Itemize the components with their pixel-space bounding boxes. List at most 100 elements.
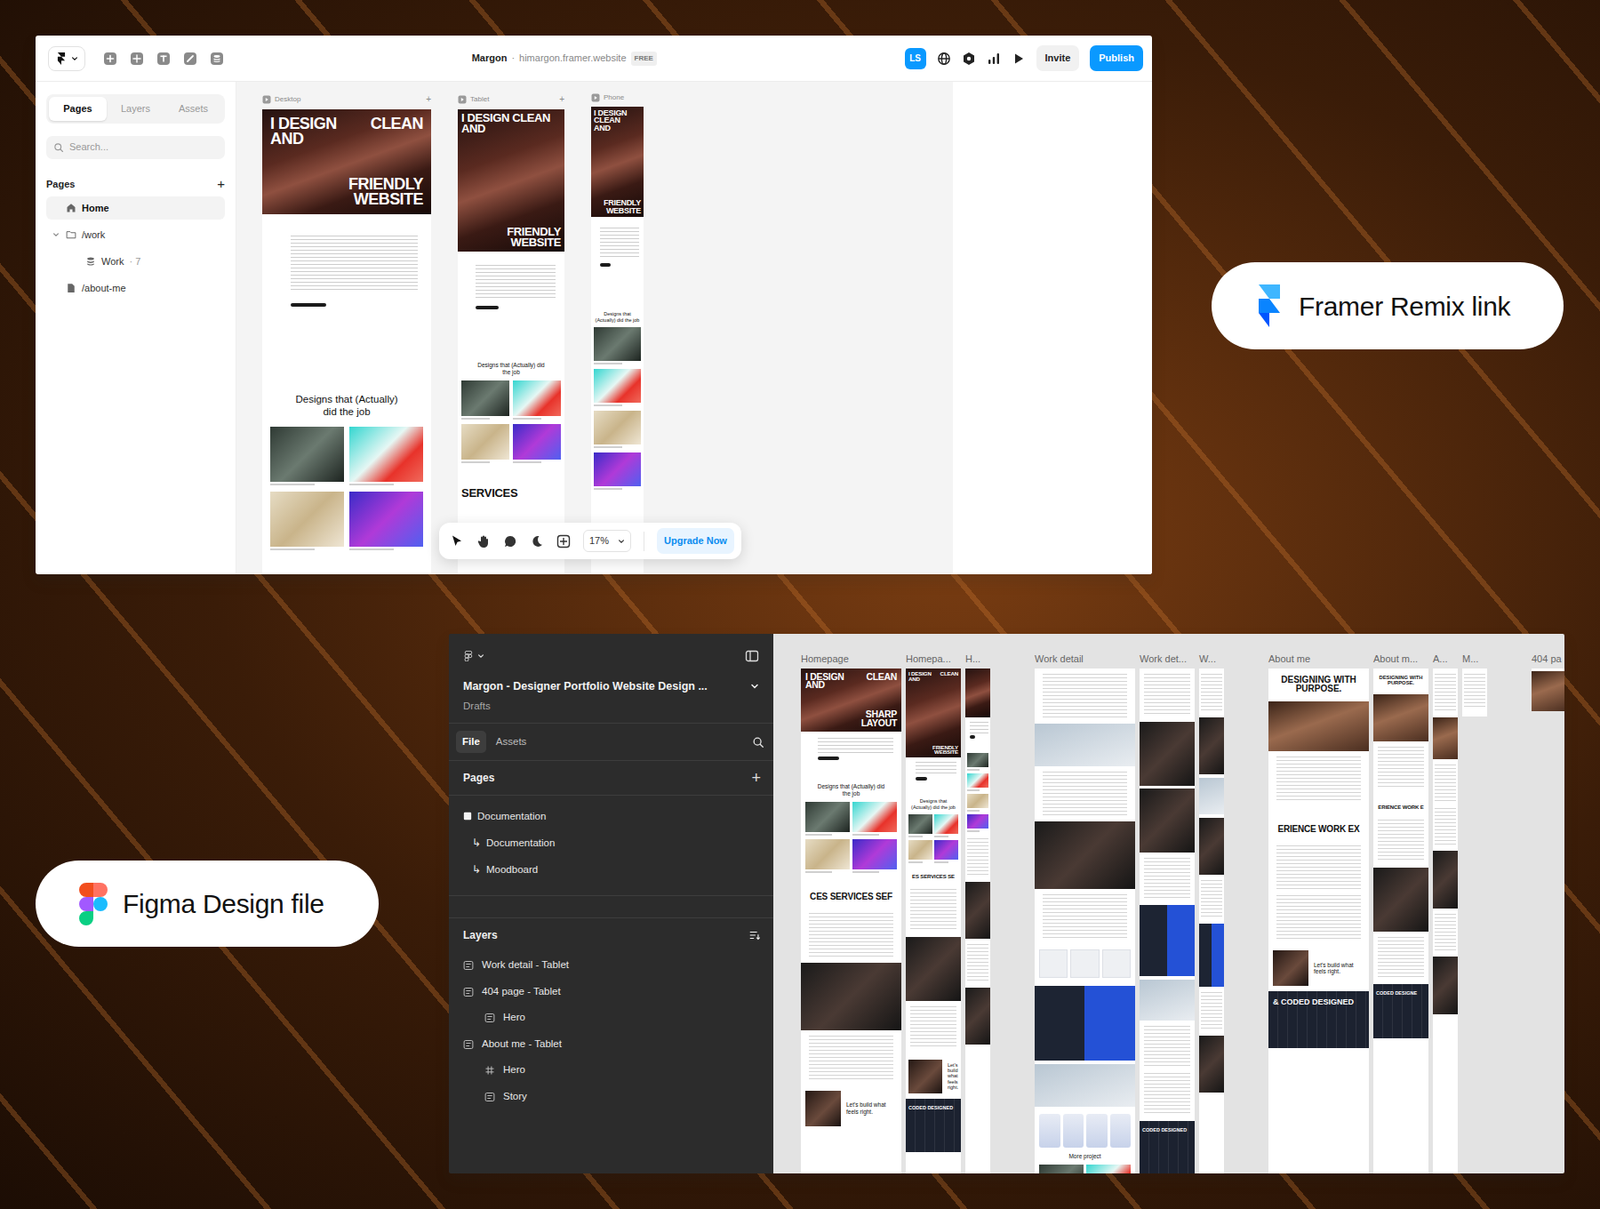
frame-page[interactable]: I DESIGNCLEANANDFRIENDLYWEBSITEDesigns t…	[905, 668, 961, 1174]
add-page-button[interactable]: +	[751, 769, 761, 786]
globe-icon[interactable]	[936, 51, 952, 66]
photo	[967, 793, 989, 808]
frame-page[interactable]	[1199, 668, 1224, 1174]
layout-icon[interactable]	[129, 51, 144, 66]
insert-icon[interactable]	[103, 51, 118, 66]
page-item[interactable]: ↳Moodboard	[448, 856, 774, 883]
frame-icon	[484, 1064, 496, 1076]
frame-label[interactable]: Tablet+	[457, 92, 565, 106]
search-icon[interactable]	[752, 736, 765, 749]
layer-item[interactable]: About me - Tablet	[448, 1031, 774, 1058]
page-item[interactable]: /about-me	[46, 276, 225, 300]
photo	[349, 426, 424, 482]
framer-logo-icon	[55, 52, 68, 65]
panel-tab[interactable]: Assets	[489, 730, 534, 753]
photo-caption-line	[270, 548, 315, 551]
page-label: Documentation	[477, 808, 546, 824]
cms-icon[interactable]	[209, 51, 224, 66]
frame-label[interactable]: 404 pa	[1531, 653, 1565, 664]
main-menu-button[interactable]	[463, 650, 485, 662]
sidebar-tab[interactable]: Assets	[164, 96, 223, 121]
layer-item[interactable]: Work detail - Tablet	[448, 952, 774, 979]
page-label: /about-me	[81, 280, 127, 296]
breakpoint-frame: Desktop + I DESIGNCLEANANDFRIENDLYWEBSITED…	[262, 92, 432, 575]
text-tool-icon[interactable]	[156, 51, 171, 66]
add-page-button[interactable]: +	[216, 176, 225, 191]
frame-photo-dark	[1034, 821, 1136, 889]
layer-item[interactable]: Story	[448, 1083, 774, 1111]
search-input[interactable]	[69, 136, 218, 159]
frame-page[interactable]: I DESIGNCLEANANDFRIENDLYWEBSITEDesigns t…	[591, 106, 644, 575]
design-frame: About me DESIGNING WITH PURPOSE.ERIENCE W…	[1268, 653, 1369, 1174]
frame-label[interactable]: Homepage	[800, 653, 902, 664]
frame-list	[1377, 936, 1424, 980]
layers-heading: Layers	[463, 927, 498, 944]
sidebar-tab[interactable]: Layers	[106, 96, 165, 121]
user-avatar[interactable]: LS	[904, 48, 927, 70]
frame-name: Desktop	[274, 94, 301, 105]
frame-label[interactable]: Desktop +	[262, 92, 432, 106]
chevron-icon[interactable]	[52, 231, 60, 239]
frame-page[interactable]: CODED DESIGNED	[1139, 668, 1195, 1174]
frame-label[interactable]: Work detail	[1034, 653, 1136, 664]
frame-label[interactable]: About me	[1268, 653, 1369, 664]
layer-item[interactable]: Hero	[448, 1056, 774, 1084]
frame-page[interactable]: I DESIGN CLEANANDFRIENDLYWEBSITEDesigns …	[457, 109, 565, 575]
sidebar-tab[interactable]: Pages	[48, 96, 107, 121]
page-item[interactable]: Home	[46, 196, 225, 220]
frame-label[interactable]: A...	[1432, 653, 1458, 664]
hero-text: AND	[593, 124, 611, 133]
frame-page[interactable]	[965, 668, 991, 1174]
preview-play-icon[interactable]	[1011, 51, 1026, 66]
frame-page[interactable]	[1462, 668, 1488, 717]
comment-icon[interactable]	[503, 534, 518, 549]
layer-item[interactable]: 404 page - Tablet	[448, 978, 774, 1006]
frame-page[interactable]: More project	[1034, 668, 1136, 1174]
design-frame: W...	[1199, 653, 1224, 1174]
frame-label[interactable]: Work det...	[1139, 653, 1195, 664]
page-icon	[463, 811, 472, 821]
frame-label[interactable]: W...	[1199, 653, 1224, 664]
publish-button[interactable]: Publish	[1089, 45, 1144, 72]
frame-page[interactable]: I DESIGNCLEANANDFRIENDLYWEBSITEDesigns t…	[262, 109, 432, 575]
frame-label[interactable]: About m...	[1373, 653, 1429, 664]
frame-page[interactable]: DESIGNING WITH PURPOSE.ERIENCE WORK ECOD…	[1373, 668, 1429, 1174]
frame-page[interactable]: DESIGNING WITH PURPOSE.ERIENCE WORK EXLe…	[1268, 668, 1369, 1174]
frame-page[interactable]: I DESIGNCLEANANDSHARPLAYOUTDesigns that …	[800, 668, 902, 1174]
frame-label[interactable]: M...	[1462, 653, 1488, 664]
sort-layers-icon[interactable]	[748, 928, 761, 942]
frame-label[interactable]: Phone	[591, 92, 644, 104]
cursor-icon[interactable]	[449, 534, 464, 549]
auto-layout-icon	[484, 1012, 496, 1024]
frame-page[interactable]	[1531, 668, 1565, 712]
framer-menu-button[interactable]	[48, 46, 86, 72]
frame-label[interactable]: H...	[965, 653, 991, 664]
page-item[interactable]: ↳Documentation	[448, 829, 774, 856]
analytics-icon[interactable]	[986, 51, 1001, 66]
add-breakpoint-button[interactable]: +	[559, 92, 565, 106]
page-item[interactable]: Documentation	[448, 802, 774, 830]
layer-item[interactable]: Hero	[448, 1004, 774, 1032]
pen-icon[interactable]	[183, 51, 198, 66]
file-name[interactable]: Margon - Designer Portfolio Website Desi…	[463, 678, 760, 696]
add-breakpoint-button[interactable]: +	[425, 92, 432, 106]
frame-page[interactable]	[1432, 668, 1458, 1174]
frame-footer: CODED DESIGNED	[905, 1098, 961, 1153]
panel-tab[interactable]: File	[456, 730, 487, 753]
zoom-select[interactable]: 17%	[583, 529, 632, 552]
page-item[interactable]: Work· 7	[46, 249, 225, 273]
sidebar: PagesLayersAssetsPages+Home/workWork· 7/…	[35, 81, 237, 575]
photo-caption-line	[967, 809, 980, 812]
page-item[interactable]: /work	[46, 223, 225, 247]
site-url[interactable]: himargon.framer.website	[519, 50, 626, 66]
frame-photo-light	[1034, 1064, 1136, 1107]
dark-mode-icon[interactable]	[529, 534, 544, 549]
pages-list: Documentation ↳Documentation↳Moodboard	[448, 794, 774, 896]
upgrade-button[interactable]: Upgrade Now	[656, 528, 735, 554]
invite-button[interactable]: Invite	[1036, 45, 1080, 72]
panel-toggle-icon[interactable]	[744, 648, 760, 664]
hand-icon[interactable]	[476, 534, 491, 549]
grid-icon[interactable]	[556, 534, 571, 549]
frame-label[interactable]: Homepa...	[905, 653, 961, 664]
settings-icon[interactable]	[961, 51, 976, 66]
